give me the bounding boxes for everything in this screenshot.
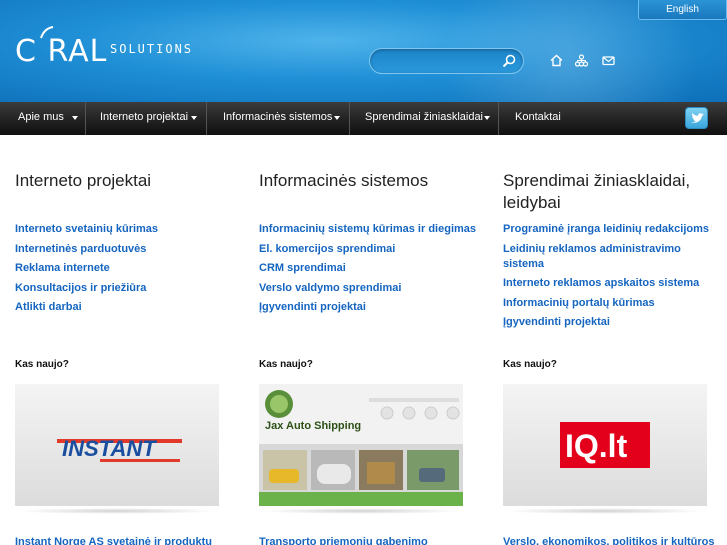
news-thumbnail[interactable]: INSTANT <box>15 384 219 506</box>
instant-logo-image: INSTANT <box>57 436 182 462</box>
list-item[interactable]: Įgyvendinti projektai <box>259 300 479 315</box>
nav-item-label: Sprendimai žiniasklaidai <box>365 111 484 123</box>
nav-item-informacines-sistemos[interactable]: Informacinės sistemos <box>207 102 350 135</box>
mail-icon[interactable] <box>602 54 615 67</box>
nav-item-label: Interneto projektai <box>100 111 189 123</box>
column-sprendimai-ziniasklaidai: Sprendimai žiniasklaidai, leidybai Progr… <box>503 170 723 328</box>
news-label: Kas naujo? <box>15 359 69 370</box>
thumb-text: IQ.lt <box>565 428 628 464</box>
column-links: Informacinių sistemų kūrimas ir diegimas… <box>259 222 479 320</box>
column-title: Sprendimai žiniasklaidai, leidybai <box>503 171 691 212</box>
logo-subtitle: SOLUTIONS <box>110 42 194 56</box>
search-input[interactable] <box>380 53 500 69</box>
iq-lt-logo-image: IQ.lt <box>560 422 650 468</box>
news-caption[interactable]: Verslo, ekonomikos, politikos ir kultūro… <box>503 536 715 545</box>
news-thumbnail[interactable]: Jax Auto Shipping <box>259 384 463 506</box>
nav-item-apie-mus[interactable]: Apie mus <box>0 102 86 135</box>
column-interneto-projektai: Interneto projektai Interneto svetainių … <box>15 170 235 313</box>
news-caption[interactable]: Transporto priemonių gabenimo <box>259 536 428 545</box>
column-title: Informacinės sistemos <box>259 171 429 190</box>
search-box <box>369 48 524 74</box>
list-item[interactable]: El. komercijos sprendimai <box>259 242 479 257</box>
nav-item-label: Apie mus <box>18 111 64 123</box>
header: C RAL SOLUTIONS English <box>0 0 727 102</box>
list-item[interactable]: CRM sprendimai <box>259 261 479 276</box>
list-item[interactable]: Interneto reklamos apskaitos sistema <box>503 276 723 291</box>
sitemap-icon[interactable] <box>575 54 588 67</box>
search-icon[interactable] <box>502 54 516 68</box>
list-item[interactable]: Informacinių sistemų kūrimas ir diegimas <box>259 222 479 237</box>
column-links: Interneto svetainių kūrimas Internetinės… <box>15 222 235 320</box>
thumbnail-shadow <box>503 508 707 514</box>
nav-item-interneto-projektai[interactable]: Interneto projektai <box>86 102 207 135</box>
nav-item-label: Informacinės sistemos <box>223 111 333 123</box>
chevron-down-icon <box>334 116 340 120</box>
jax-auto-shipping-image: Jax Auto Shipping <box>259 384 463 506</box>
list-item[interactable]: Internetinės parduotuvės <box>15 242 235 257</box>
thumb-text: Jax Auto Shipping <box>265 420 361 432</box>
chevron-down-icon <box>484 116 490 120</box>
column-informacines-sistemos: Informacinės sistemos Informacinių siste… <box>259 170 479 313</box>
logo-text: C RAL <box>15 34 108 69</box>
list-item[interactable]: Įgyvendinti projektai <box>503 315 723 330</box>
column-title: Interneto projektai <box>15 171 152 190</box>
language-button[interactable]: English <box>638 0 727 20</box>
news-label: Kas naujo? <box>259 359 313 370</box>
list-item[interactable]: Atlikti darbai <box>15 300 235 315</box>
list-item[interactable]: Konsultacijos ir priežiūra <box>15 281 235 296</box>
list-item[interactable]: Informacinių portalų kūrimas <box>503 296 723 311</box>
home-icon[interactable] <box>550 54 563 67</box>
twitter-bird-icon <box>691 113 704 123</box>
nav-item-label: Kontaktai <box>515 111 561 123</box>
thumbnail-shadow <box>15 508 219 514</box>
thumb-text: INSTANT <box>62 436 157 461</box>
twitter-icon[interactable] <box>685 107 708 129</box>
news-label: Kas naujo? <box>503 359 557 370</box>
list-item[interactable]: Programinė įranga leidinių redakcijoms <box>503 222 723 237</box>
list-item[interactable]: Leidinių reklamos administravimo sistema <box>503 242 723 272</box>
list-item[interactable]: Interneto svetainių kūrimas <box>15 222 235 237</box>
list-item[interactable]: Reklama internete <box>15 261 235 276</box>
thumbnail-shadow <box>259 508 463 514</box>
list-item[interactable]: Verslo valdymo sprendimai <box>259 281 479 296</box>
chevron-down-icon <box>191 116 197 120</box>
news-caption[interactable]: Instant Norge AS svetainė ir produktų <box>15 536 212 545</box>
nav-item-kontaktai[interactable]: Kontaktai <box>499 102 569 135</box>
column-links: Programinė įranga leidinių redakcijoms L… <box>503 222 723 335</box>
nav-item-sprendimai-ziniasklaidai[interactable]: Sprendimai žiniasklaidai <box>350 102 499 135</box>
news-thumbnail[interactable]: IQ.lt <box>503 384 707 506</box>
chevron-down-icon <box>72 116 78 120</box>
main-nav: Apie mus Interneto projektai Informacinė… <box>0 102 727 135</box>
